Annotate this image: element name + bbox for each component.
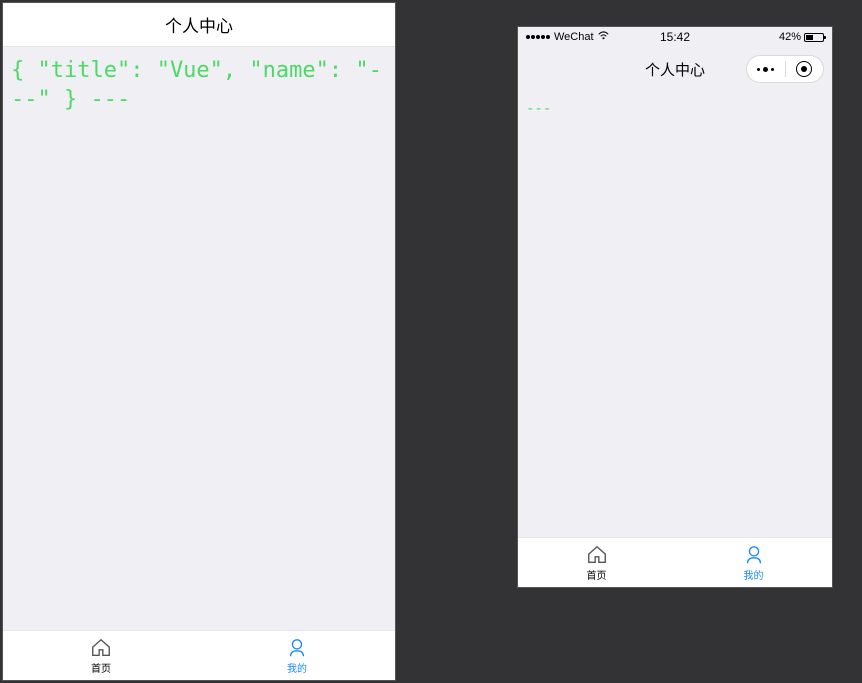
- close-target-icon: [796, 61, 812, 77]
- page-title: 个人中心: [165, 12, 233, 37]
- user-icon: [743, 544, 765, 566]
- battery-icon: [804, 33, 824, 42]
- tab-mine[interactable]: 我的: [675, 538, 832, 587]
- battery-percent: 42%: [779, 31, 801, 43]
- miniprogram-capsule: [746, 55, 824, 83]
- tab-home[interactable]: 首页: [518, 538, 675, 587]
- tab-label: 首页: [91, 660, 111, 675]
- wifi-icon: [598, 31, 609, 43]
- capsule-menu-button[interactable]: [747, 56, 785, 82]
- user-icon: [286, 637, 308, 659]
- tab-mine[interactable]: 我的: [199, 631, 395, 680]
- tab-bar: 首页 我的: [518, 537, 832, 587]
- nav-header: 个人中心: [3, 3, 395, 47]
- phone-simulator-right: WeChat 15:42 42% 个人中心: [517, 26, 833, 588]
- status-bar: WeChat 15:42 42%: [518, 27, 832, 47]
- tab-label: 首页: [587, 567, 607, 582]
- home-icon: [90, 637, 112, 659]
- phone-simulator-left: 个人中心 { "title": "Vue", "name": "---" } -…: [2, 2, 396, 681]
- page-content: ---: [518, 91, 832, 537]
- statusbar-left: WeChat: [526, 31, 609, 43]
- debug-json-output: ---: [526, 101, 824, 117]
- tab-bar: 首页 我的: [3, 630, 395, 680]
- nav-header: 个人中心: [518, 47, 832, 91]
- signal-icon: [526, 35, 550, 39]
- menu-dots-icon: [757, 67, 774, 72]
- tab-label: 我的: [744, 567, 764, 582]
- page-title: 个人中心: [645, 59, 705, 80]
- clock: 15:42: [660, 30, 690, 44]
- tab-home[interactable]: 首页: [3, 631, 199, 680]
- page-content: { "title": "Vue", "name": "---" } ---: [3, 47, 395, 630]
- capsule-close-button[interactable]: [786, 56, 824, 82]
- carrier-label: WeChat: [554, 31, 594, 43]
- home-icon: [586, 544, 608, 566]
- statusbar-right: 42%: [779, 31, 824, 43]
- tab-label: 我的: [287, 660, 307, 675]
- debug-json-output: { "title": "Vue", "name": "---" } ---: [11, 57, 387, 114]
